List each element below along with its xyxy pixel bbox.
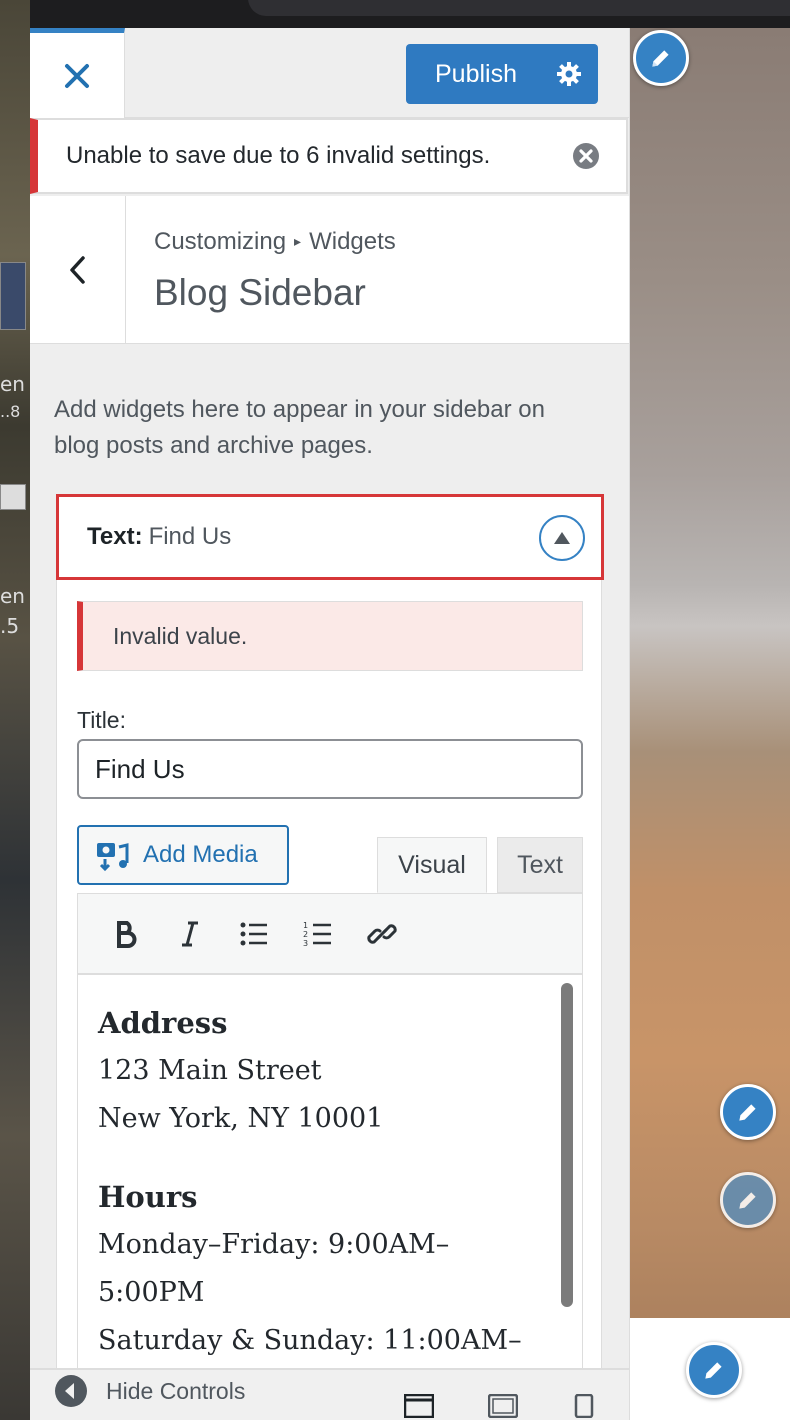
widget-title-label: Find Us	[148, 523, 232, 550]
breadcrumb-parent: Customizing	[154, 228, 287, 255]
breadcrumb-current: Widgets	[309, 228, 396, 255]
background-thumbnail	[0, 484, 26, 510]
tab-text[interactable]: Text	[497, 837, 583, 893]
svg-text:3: 3	[303, 939, 308, 948]
add-media-button[interactable]: Add Media	[77, 825, 289, 885]
widget-error-notice: Invalid value.	[77, 601, 583, 671]
customizer-footer: Hide Controls	[30, 1368, 629, 1420]
dismiss-icon[interactable]	[572, 142, 600, 170]
widget-header[interactable]: Text: Find Us	[56, 494, 604, 580]
close-icon	[65, 63, 89, 88]
italic-icon	[182, 921, 198, 946]
publish-button-group: Publish	[406, 44, 598, 104]
hide-controls-button[interactable]: Hide Controls	[54, 1374, 245, 1408]
background-text-fragment: ..8	[0, 402, 21, 421]
chevron-left-icon	[69, 256, 85, 284]
pencil-icon	[652, 50, 669, 67]
numbered-list-button[interactable]: 1 2 3	[286, 906, 350, 962]
tablet-icon[interactable]	[488, 1394, 518, 1418]
mobile-icon[interactable]	[574, 1394, 594, 1418]
hours-heading: Hours	[98, 1180, 198, 1214]
breadcrumb: Customizing ▸ Widgets	[154, 228, 396, 256]
title-field-label: Title:	[77, 707, 126, 733]
address-line: New York, NY 10001	[98, 1103, 384, 1134]
breadcrumb-separator: ▸	[294, 233, 302, 249]
widget-collapse-toggle[interactable]	[539, 515, 585, 561]
background-text-fragment: .5	[0, 614, 20, 638]
publish-settings-button[interactable]	[540, 44, 598, 104]
section-title: Blog Sidebar	[154, 272, 366, 313]
tab-visual[interactable]: Visual	[377, 837, 487, 893]
widget-type-label: Text:	[87, 523, 143, 550]
back-button[interactable]	[30, 196, 126, 344]
background-thumbnail	[0, 262, 26, 330]
error-notification: Unable to save due to 6 invalid settings…	[30, 118, 628, 194]
desktop-icon[interactable]	[404, 1394, 434, 1418]
pencil-icon	[739, 1192, 756, 1209]
hours-line: 5:00PM	[98, 1277, 205, 1308]
bold-icon	[117, 920, 137, 948]
background-window-strip: en ..8 en .5	[0, 0, 30, 1420]
editor-content-area[interactable]: Address 123 Main Street New York, NY 100…	[77, 975, 583, 1420]
bulleted-list-icon	[240, 922, 267, 945]
triangle-up-icon	[554, 532, 570, 544]
bold-button[interactable]	[94, 906, 158, 962]
hours-line: Monday–Friday: 9:00AM–	[98, 1229, 450, 1260]
numbered-list-icon: 1 2 3	[303, 921, 331, 948]
svg-text:1: 1	[303, 921, 308, 930]
edit-shortcut-button[interactable]	[686, 1342, 742, 1398]
edit-shortcut-button[interactable]	[720, 1172, 776, 1228]
text-widget: Text: Find Us Invalid value. Title: Add …	[56, 494, 604, 1420]
publish-button[interactable]: Publish	[406, 44, 540, 104]
close-customizer-button[interactable]	[30, 28, 125, 118]
add-media-icon	[97, 843, 129, 872]
edit-shortcut-button[interactable]	[633, 30, 689, 86]
edit-shortcut-button[interactable]	[720, 1084, 776, 1140]
section-header: Customizing ▸ Widgets Blog Sidebar	[30, 196, 629, 344]
italic-button[interactable]	[158, 906, 222, 962]
hide-controls-label: Hide Controls	[106, 1377, 246, 1404]
notification-message: Unable to save due to 6 invalid settings…	[66, 142, 491, 169]
link-icon	[367, 923, 397, 944]
address-bar[interactable]	[248, 0, 790, 16]
browser-top-bar	[30, 0, 790, 28]
hours-line: Saturday & Sunday: 11:00AM–	[98, 1325, 522, 1356]
link-button[interactable]	[350, 906, 414, 962]
collapse-arrow-icon	[55, 1375, 87, 1407]
section-description: Add widgets here to appear in your sideb…	[54, 396, 545, 459]
pencil-icon	[705, 1362, 722, 1379]
background-text-fragment: en	[0, 372, 25, 396]
customizer-sidebar: Publish Unable to save due to 6 invalid …	[30, 28, 630, 1420]
pencil-icon	[739, 1104, 756, 1121]
customizer-header: Publish	[30, 28, 629, 118]
bulleted-list-button[interactable]	[222, 906, 286, 962]
add-media-label: Add Media	[143, 841, 258, 868]
site-preview[interactable]	[630, 28, 790, 1420]
gear-icon	[557, 62, 581, 86]
editor-scrollbar[interactable]	[561, 983, 573, 1307]
address-line: 123 Main Street	[98, 1055, 322, 1086]
background-text-fragment: en	[0, 584, 25, 608]
editor-toolbar: 1 2 3	[77, 893, 583, 975]
address-heading: Address	[98, 1006, 228, 1040]
svg-text:2: 2	[303, 930, 308, 939]
title-input[interactable]	[77, 739, 583, 799]
